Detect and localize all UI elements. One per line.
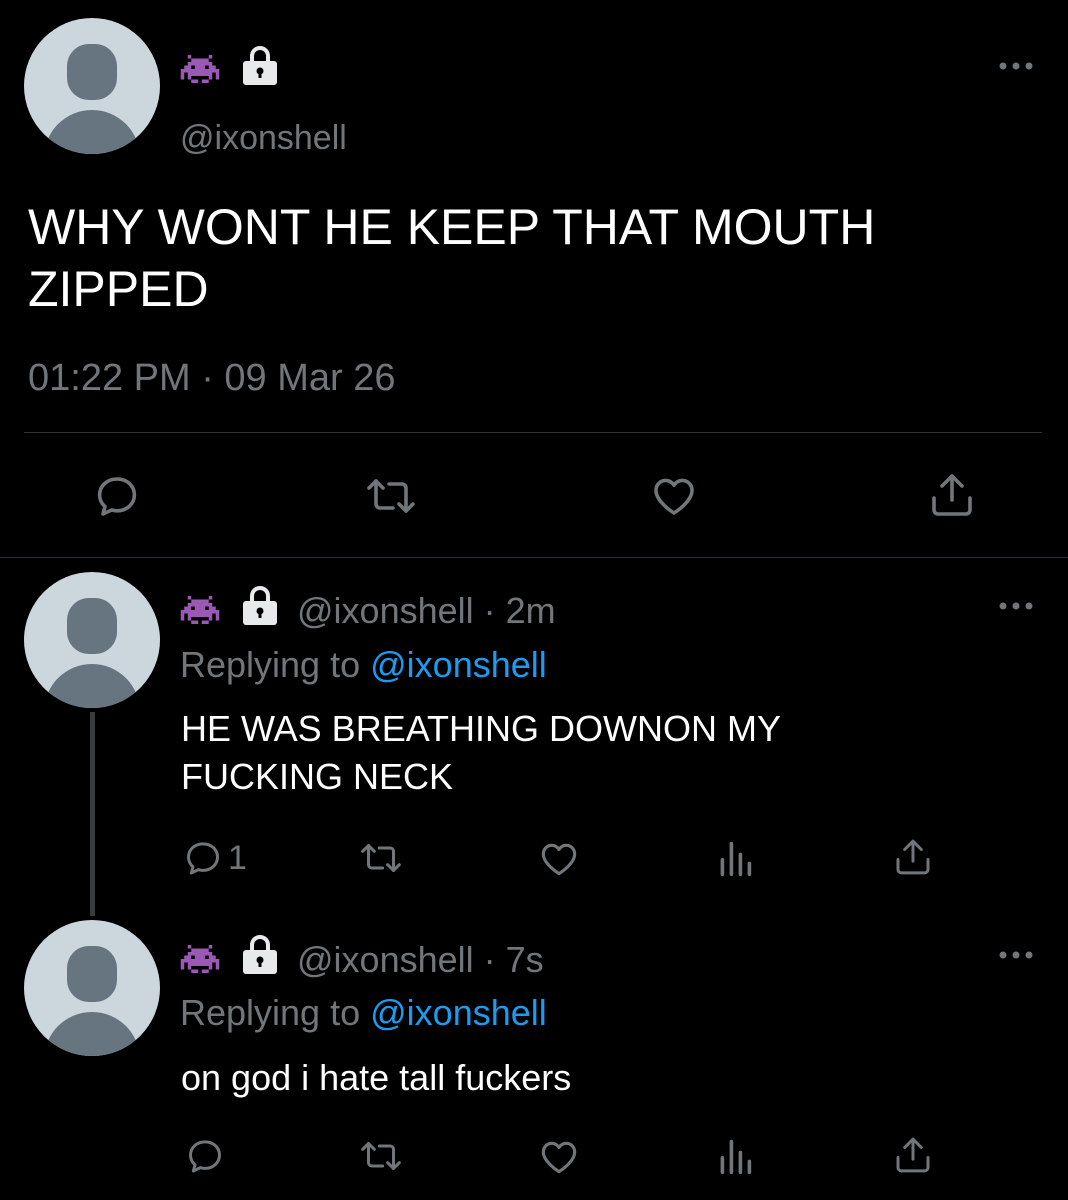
thread-line bbox=[90, 712, 95, 916]
like-icon[interactable] bbox=[650, 472, 698, 520]
alien-emoji-icon bbox=[180, 596, 220, 624]
tweet-meta[interactable]: @ixonshell · 7s bbox=[297, 939, 544, 981]
share-icon[interactable] bbox=[893, 836, 933, 878]
reply-icon[interactable] bbox=[183, 838, 223, 878]
alien-emoji-icon bbox=[180, 945, 220, 973]
replying-label: Replying to bbox=[180, 644, 361, 685]
reply-icon[interactable] bbox=[93, 472, 141, 520]
retweet-icon[interactable] bbox=[362, 472, 420, 520]
replying-to: Replying to @ixonshell bbox=[180, 992, 547, 1034]
reply-count: 1 bbox=[228, 839, 247, 877]
avatar[interactable] bbox=[24, 572, 160, 708]
tweet-text-line1: HE WAS BREATHING DOWNON MY bbox=[181, 708, 782, 749]
reply-icon[interactable] bbox=[185, 1136, 225, 1176]
analytics-icon[interactable] bbox=[717, 1136, 753, 1176]
tweet-text-line2: ZIPPED bbox=[28, 261, 209, 317]
like-icon[interactable] bbox=[538, 838, 580, 878]
retweet-icon[interactable] bbox=[357, 1136, 405, 1176]
alien-emoji-icon bbox=[180, 55, 220, 83]
tweet-text-line1: on god i hate tall fuckers bbox=[181, 1057, 572, 1098]
more-icon[interactable] bbox=[998, 601, 1034, 611]
like-icon[interactable] bbox=[538, 1136, 580, 1176]
retweet-icon[interactable] bbox=[357, 838, 405, 878]
replying-to: Replying to @ixonshell bbox=[180, 644, 547, 686]
tweet-meta[interactable]: @ixonshell · 2m bbox=[297, 590, 556, 632]
tweet-text-line1: WHY WONT HE KEEP THAT MOUTH bbox=[28, 199, 876, 255]
more-icon[interactable] bbox=[998, 950, 1034, 960]
avatar[interactable] bbox=[24, 920, 160, 1056]
replying-label: Replying to bbox=[180, 992, 361, 1033]
share-icon[interactable] bbox=[928, 470, 976, 520]
divider bbox=[0, 557, 1068, 558]
divider bbox=[24, 432, 1042, 433]
replying-handle[interactable]: @ixonshell bbox=[370, 644, 547, 685]
lock-icon bbox=[243, 586, 277, 625]
lock-icon bbox=[243, 46, 277, 85]
avatar[interactable] bbox=[24, 18, 160, 154]
handle[interactable]: @ixonshell bbox=[180, 118, 347, 158]
share-icon[interactable] bbox=[893, 1134, 933, 1176]
analytics-icon[interactable] bbox=[717, 838, 753, 878]
tweet-text-line2: FUCKING NECK bbox=[181, 756, 454, 797]
more-icon[interactable] bbox=[998, 61, 1034, 71]
timestamp: 01:22 PM · 09 Mar 26 bbox=[28, 357, 396, 399]
replying-handle[interactable]: @ixonshell bbox=[370, 992, 547, 1033]
lock-icon bbox=[243, 935, 277, 974]
